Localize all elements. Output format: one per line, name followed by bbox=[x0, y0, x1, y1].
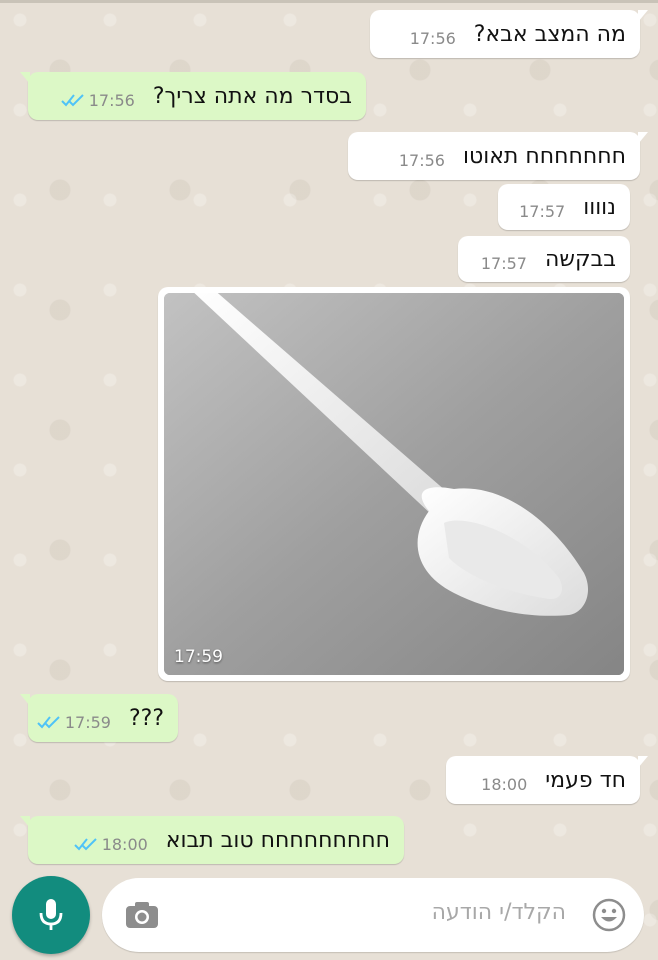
message-time: 17:59 bbox=[174, 647, 223, 667]
message-text: חד פעמי bbox=[545, 767, 626, 793]
double-check-icon bbox=[61, 94, 84, 107]
message-incoming[interactable]: מה המצב אבא? 17:56 bbox=[370, 10, 648, 58]
message-time: 17:56 bbox=[398, 150, 445, 170]
message-composer[interactable]: הקלד/י הודעה bbox=[102, 878, 644, 952]
message-text: חחחחחחחחח טוב תבוא bbox=[165, 827, 390, 853]
message-incoming[interactable]: חד פעמי 18:00 bbox=[446, 756, 648, 804]
message-image[interactable]: 17:59 bbox=[158, 287, 630, 681]
message-time: 17:57 bbox=[480, 253, 527, 273]
message-time: 18:00 bbox=[481, 774, 528, 794]
message-text: נוווו bbox=[583, 194, 616, 220]
message-outgoing[interactable]: בסדר מה אתה צריך? 17:56 bbox=[20, 72, 366, 120]
message-time: 18:00 bbox=[101, 834, 148, 854]
message-meta: 18:00 bbox=[73, 834, 148, 854]
double-check-icon bbox=[37, 716, 60, 729]
message-meta: 17:56 bbox=[61, 91, 135, 110]
double-check-icon bbox=[73, 838, 97, 851]
message-outgoing[interactable]: ??? 17:59 bbox=[20, 694, 178, 742]
message-meta: 17:56 bbox=[399, 151, 445, 170]
message-meta: 17:57 bbox=[481, 254, 527, 273]
message-text: ??? bbox=[128, 705, 164, 731]
message-time: 17:57 bbox=[519, 201, 566, 221]
message-time: 17:56 bbox=[88, 90, 135, 110]
spoon-image bbox=[164, 293, 624, 675]
message-meta: 17:57 bbox=[519, 202, 565, 221]
photo-spoon[interactable]: 17:59 bbox=[164, 293, 624, 675]
message-text: חחחחחחח תאוטו bbox=[462, 143, 626, 169]
message-time: 17:59 bbox=[64, 712, 111, 732]
message-text: בבקשה bbox=[544, 246, 616, 272]
message-incoming[interactable]: נוווו 17:57 bbox=[498, 184, 630, 230]
mic-icon bbox=[39, 899, 63, 930]
camera-icon[interactable] bbox=[124, 900, 160, 930]
message-time: 17:56 bbox=[409, 28, 456, 48]
message-meta: 17:59 bbox=[37, 713, 111, 732]
message-meta: 18:00 bbox=[481, 775, 527, 794]
message-incoming[interactable]: חחחחחחח תאוטו 17:56 bbox=[348, 132, 648, 180]
mic-button[interactable] bbox=[12, 876, 90, 954]
message-outgoing[interactable]: חחחחחחחחח טוב תבוא 18:00 bbox=[20, 816, 404, 864]
message-meta: 17:56 bbox=[410, 29, 456, 48]
message-input[interactable]: הקלד/י הודעה bbox=[432, 900, 566, 925]
message-text: בסדר מה אתה צריך? bbox=[152, 83, 352, 109]
top-strip bbox=[0, 0, 658, 3]
emoji-icon[interactable] bbox=[592, 898, 626, 932]
message-incoming[interactable]: בבקשה 17:57 bbox=[458, 236, 630, 282]
message-text: מה המצב אבא? bbox=[473, 21, 626, 47]
